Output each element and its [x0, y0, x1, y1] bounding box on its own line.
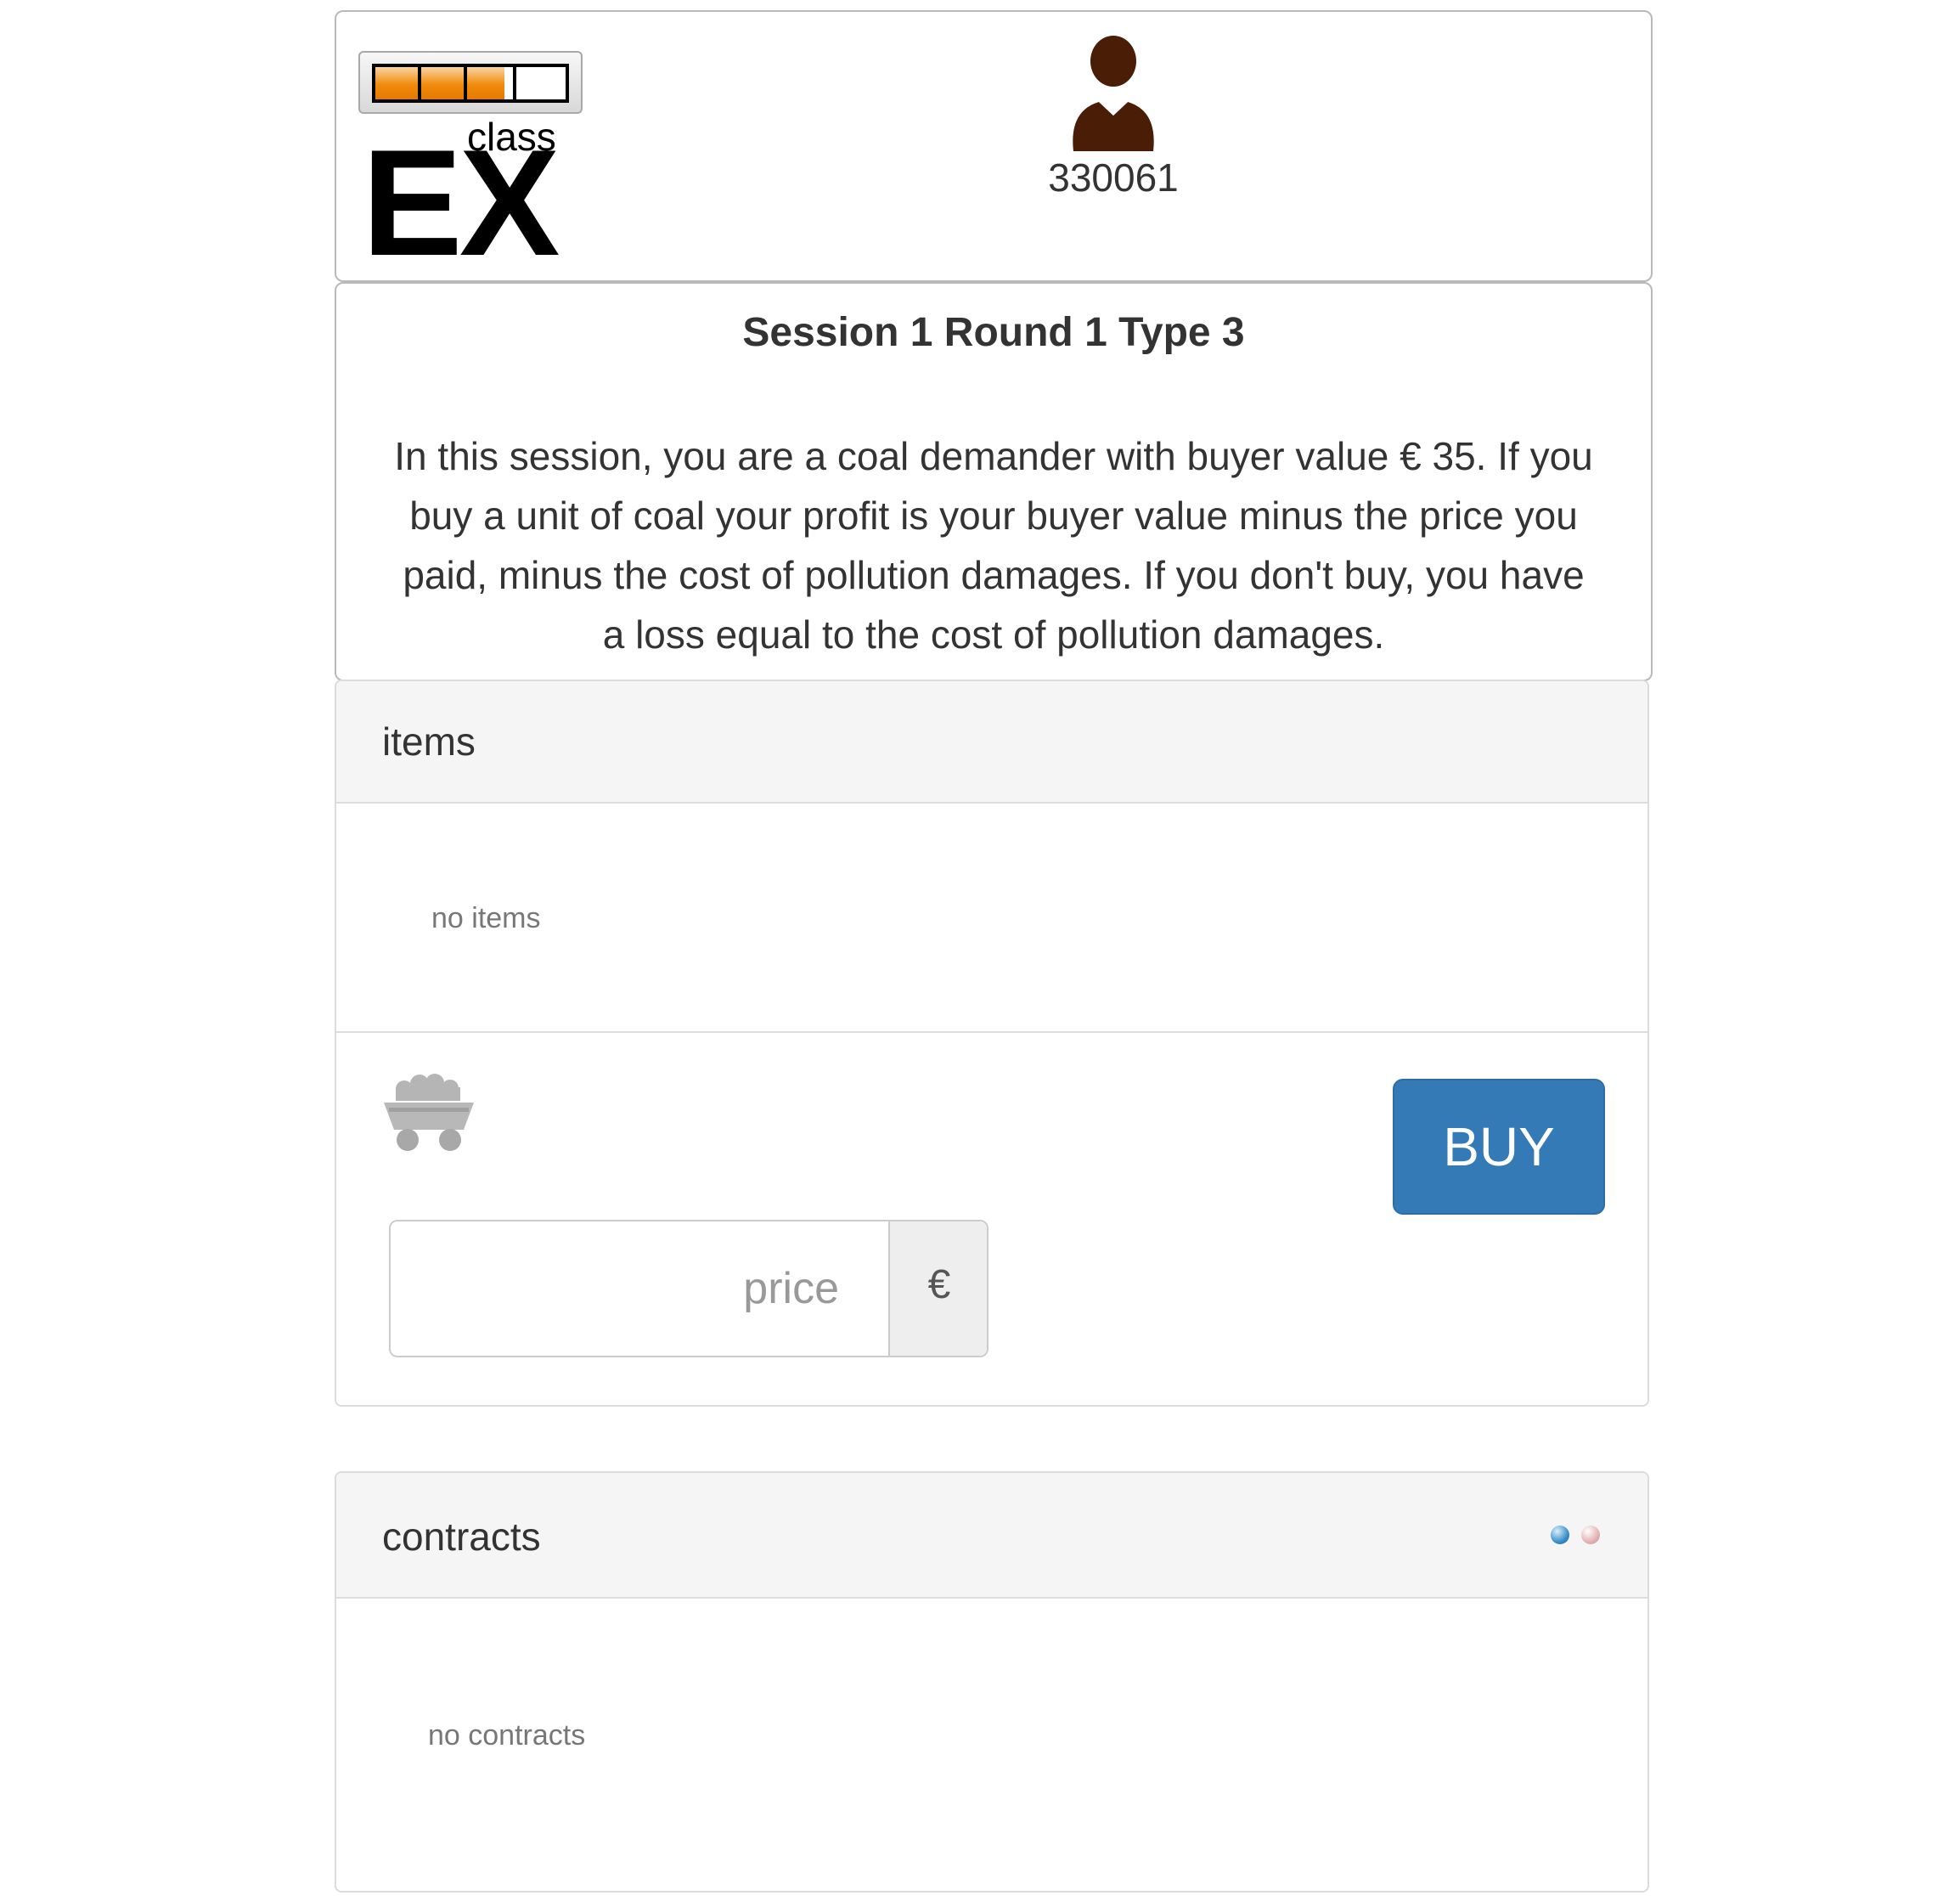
classex-logo: class EX	[358, 51, 588, 279]
currency-addon: €	[888, 1221, 987, 1356]
logo-ex-text: EX	[362, 118, 560, 287]
progress-segment-divider	[418, 67, 421, 99]
price-input[interactable]	[391, 1221, 888, 1356]
coal-cart-icon	[384, 1074, 474, 1151]
contracts-panel-header: contracts	[336, 1473, 1647, 1599]
user-id: 330061	[1048, 155, 1179, 200]
session-title: Session 1 Round 1 Type 3	[742, 310, 1245, 355]
items-divider	[336, 1031, 1647, 1033]
price-input-group: €	[389, 1220, 988, 1357]
buy-button[interactable]: BUY	[1393, 1079, 1605, 1215]
progress-segment-divider	[513, 67, 516, 99]
contracts-panel: contracts no contracts	[335, 1471, 1649, 1893]
progress-track	[372, 64, 569, 103]
progress-indicator	[358, 51, 583, 114]
page: class EX 330061 Session 1 Round 1 Type 3…	[0, 0, 1960, 1901]
instructions-panel: Session 1 Round 1 Type 3 In this session…	[335, 282, 1653, 681]
items-panel-header: items	[336, 681, 1647, 804]
items-panel: items no items BUY €	[335, 680, 1649, 1407]
contracts-heading: contracts	[382, 1515, 541, 1559]
status-dot-blue-icon	[1551, 1526, 1569, 1544]
header-panel: class EX 330061	[335, 10, 1653, 282]
items-heading: items	[382, 719, 476, 764]
contracts-empty-message: no contracts	[428, 1719, 586, 1752]
instructions-text: In this session, you are a coal demander…	[394, 434, 1593, 657]
status-dot-pink-icon	[1581, 1526, 1600, 1544]
progress-fill	[375, 67, 505, 99]
items-empty-message: no items	[431, 902, 541, 934]
progress-segment-divider	[464, 67, 467, 99]
user-icon	[1073, 36, 1154, 151]
